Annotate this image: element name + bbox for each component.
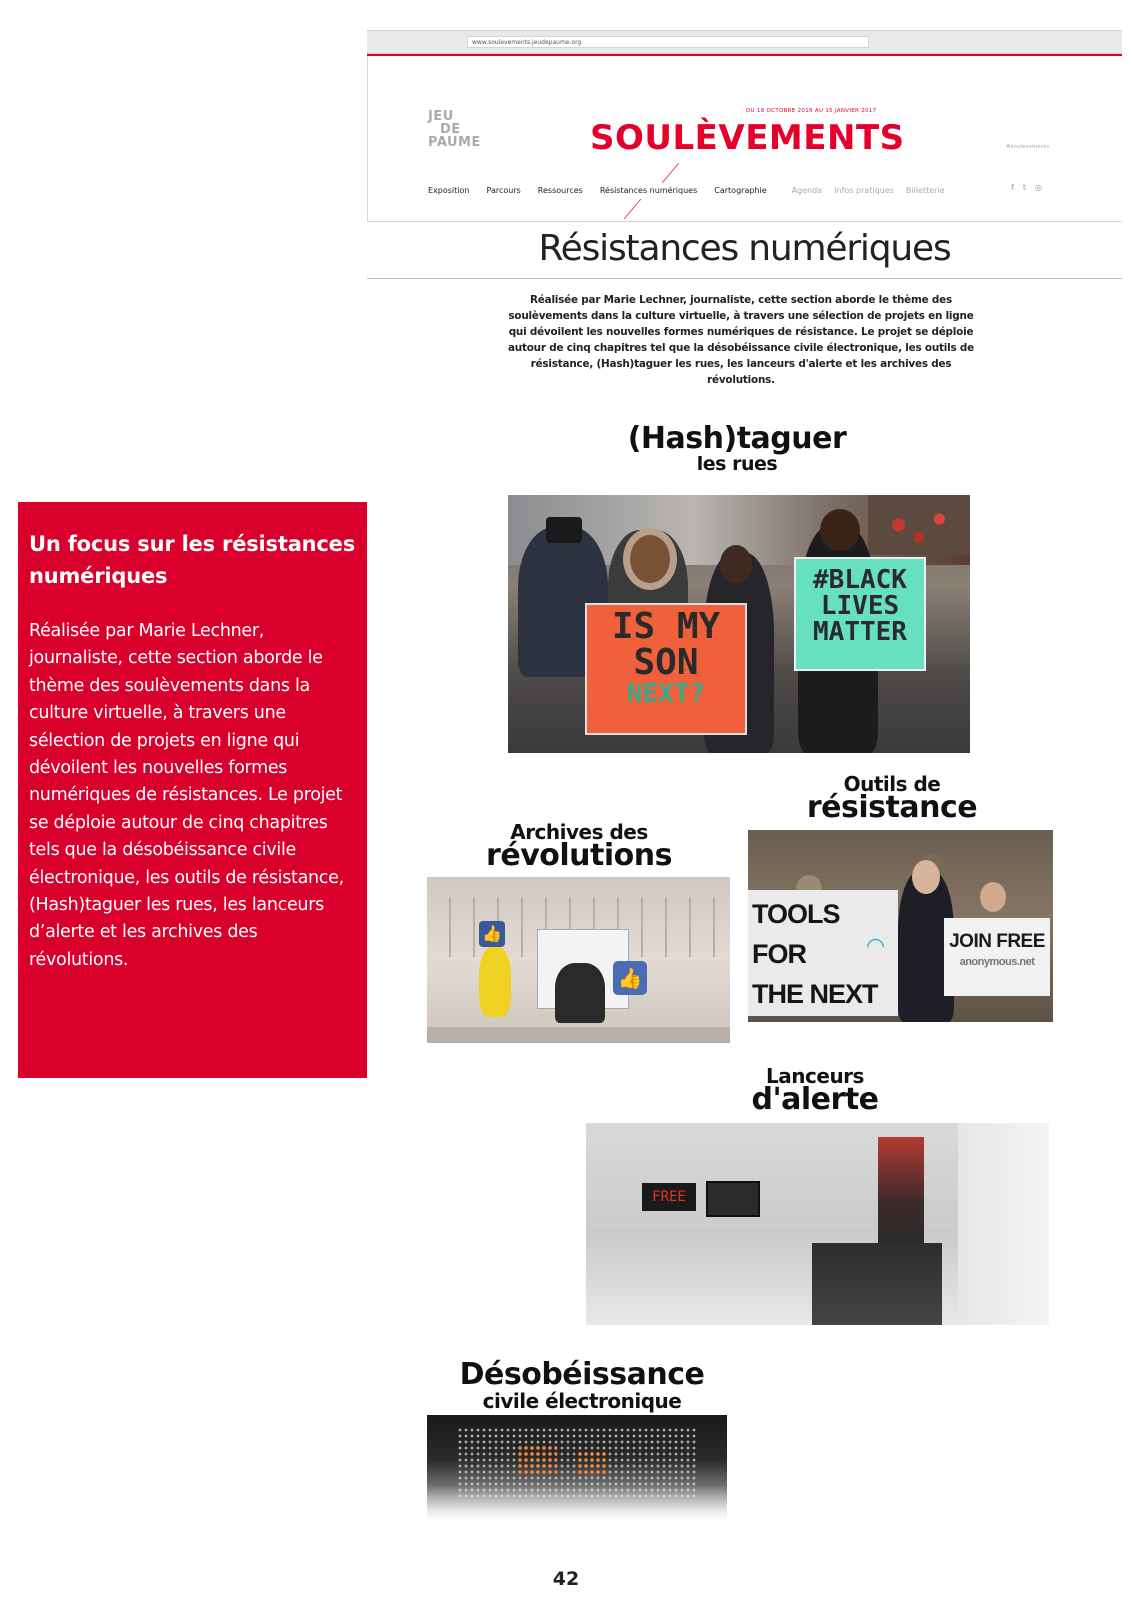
chapter-title-hashtag[interactable]: (Hash)taguer les rues [577,424,897,474]
instagram-icon[interactable]: ◎ [1035,183,1042,192]
focus-panel: Un focus sur les résistances numériques … [18,502,367,1078]
sign-line: anonymous.net [959,956,1035,968]
hashtag: #soulevements [1006,144,1050,150]
chapter-title-outils[interactable]: Outils de résistance [777,774,1007,823]
page-number: 42 [552,1568,580,1590]
sign-line: IS MY [611,606,721,647]
wall-right [958,1123,1049,1325]
photo-foliage [868,495,970,555]
chapter-title-line: (Hash)taguer [627,421,847,456]
join-free-sign: JOIN FREE anonymous.net [944,918,1050,996]
map-highlight [577,1451,607,1477]
person-head [912,860,940,894]
sign-line: JOIN FREE [949,931,1045,952]
led-screen: FREE [642,1183,696,1211]
nav-item-parcours[interactable]: Parcours [486,186,520,195]
chapter-title-desobeissance[interactable]: Désobéissance civile électronique [437,1357,727,1413]
decorative-slash [661,162,680,184]
map-highlight [517,1445,557,1475]
focus-title: Un focus sur les résistances numériques [29,532,356,588]
chapter-title-line: les rues [696,453,778,475]
sign-line: THE NEXT [752,979,879,1009]
website-screenshot: www.soulevements.jeudepaume.org JEU DE P… [367,30,1122,1550]
person-head [980,882,1006,912]
archives-photo[interactable]: 👍 👍 [427,877,730,1043]
sign-line: NEXT? [626,679,706,709]
is-my-son-next-sign: IS MY SON NEXT? [585,603,747,735]
exhibition-dates: DU 18 OCTOBRE 2016 AU 15 JANVIER 2017 [746,108,877,114]
nav-item-agenda[interactable]: Agenda [792,186,823,195]
hashtag-photo[interactable]: IS MY SON NEXT? #BLACK LIVES MATTER [508,495,970,753]
nav-item-billetterie[interactable]: Billetterie [906,186,945,195]
site-header: JEU DE PAUME DU 18 OCTOBRE 2016 AU 15 JA… [367,56,1122,222]
desobeissance-photo[interactable] [427,1415,727,1525]
hanging-banner [878,1137,924,1247]
person-figure [555,963,605,1023]
chapter-title-line: Désobéissance [459,1357,705,1392]
person-head [720,545,752,583]
sign-line: LIVES [820,591,900,621]
floor-banner [812,1243,942,1325]
nav-item-ressources[interactable]: Ressources [538,186,583,195]
nav-item-cartographie[interactable]: Cartographie [714,186,766,195]
yellow-figure [479,947,511,1017]
sign-line: REVOLUTION [752,1014,920,1022]
main-nav: Exposition Parcours Ressources Résistanc… [428,183,962,197]
site-brand[interactable]: SOULÈVEMENTS [590,118,905,158]
twitter-icon[interactable]: t [1023,183,1026,192]
focus-text: Réalisée par Marie Lechner, journaliste,… [29,621,344,970]
chapter-title-line: civile électronique [482,1389,682,1413]
like-icon: 👍 [479,921,505,947]
sign-line: #BLACK [813,565,907,595]
url-field[interactable]: www.soulevements.jeudepaume.org [467,36,869,48]
video-screen [706,1181,760,1217]
nav-item-exposition[interactable]: Exposition [428,186,469,195]
like-icon: 👍 [613,961,647,995]
lanceurs-photo[interactable]: FREE [586,1123,1049,1325]
intro-text: Réalisée par Marie Lechner, journaliste,… [507,294,975,386]
heading-divider [367,278,1122,279]
facebook-icon[interactable]: f [1011,183,1014,192]
person-head [630,535,670,583]
chapter-title-line: résistance [806,790,978,825]
fade-overlay [427,1485,727,1525]
sign-line: MATTER [813,617,907,647]
browser-bar: www.soulevements.jeudepaume.org [367,30,1122,54]
camera [546,517,582,543]
nav-item-infos-pratiques[interactable]: Infos pratiques [834,186,894,195]
nav-item-resistances-numeriques[interactable]: Résistances numériques [600,186,697,195]
chapter-title-lanceurs[interactable]: Lanceurs d'alerte [685,1066,945,1115]
page-title: Résistances numériques [538,228,951,269]
outils-photo[interactable]: TOOLS FOR THE NEXT REVOLUTION ◠ JOIN FRE… [748,830,1053,1022]
chapter-title-line: d'alerte [751,1082,879,1117]
person-head [820,509,860,551]
logo-line: PAUME [428,135,481,150]
jeu-de-paume-logo[interactable]: JEU DE PAUME [428,110,490,149]
decorative-slash [623,198,642,220]
social-links: f t ◎ [1011,183,1051,192]
sign-line: SON [633,642,699,683]
chapter-title-line: révolutions [486,838,672,873]
floor [427,1027,730,1043]
chapter-title-archives[interactable]: Archives des révolutions [459,822,699,871]
wifi-icon: ◠ [866,934,886,959]
black-lives-matter-sign: #BLACK LIVES MATTER [794,557,926,671]
